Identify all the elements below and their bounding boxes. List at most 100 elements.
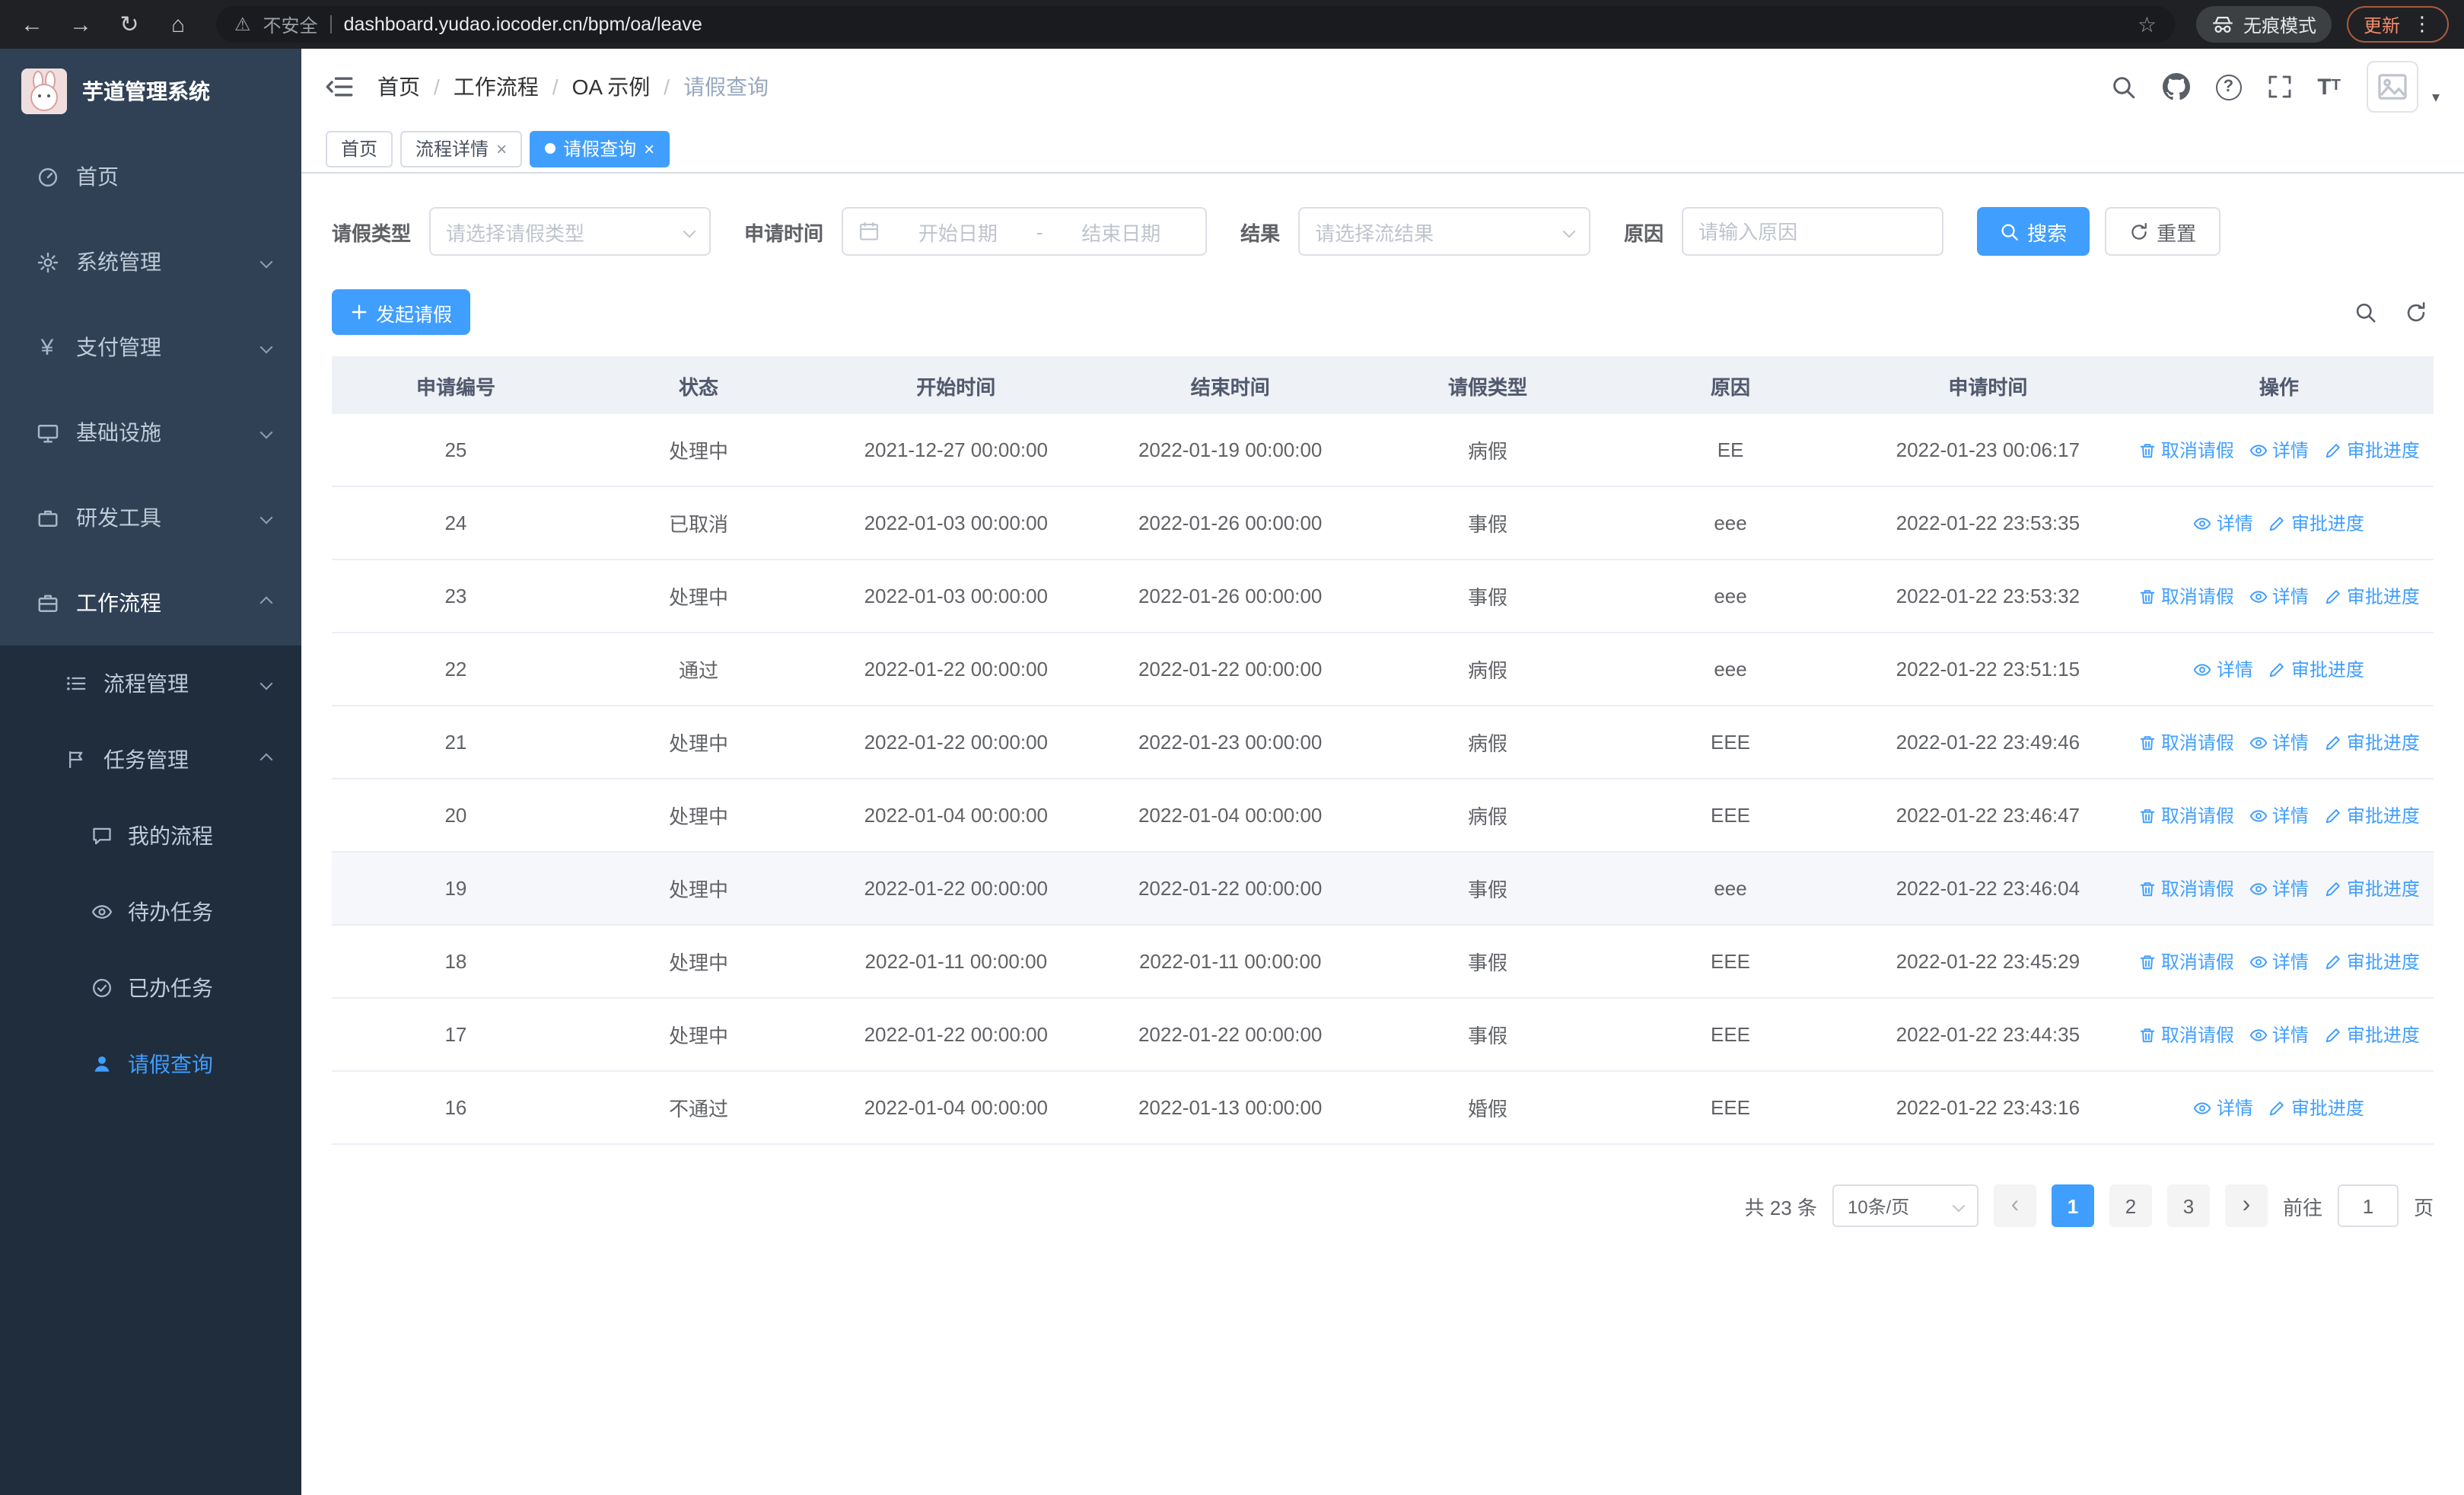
table-row[interactable]: 23 处理中 2022-01-03 00:00:00 2022-01-26 00… bbox=[332, 560, 2434, 633]
reset-button[interactable]: 重置 bbox=[2105, 207, 2221, 256]
table-row[interactable]: 16 不通过 2022-01-04 00:00:00 2022-01-13 00… bbox=[332, 1072, 2434, 1145]
detail-link[interactable]: 详情 bbox=[2249, 583, 2309, 609]
sidebar-item-my-processes[interactable]: 我的流程 bbox=[0, 798, 301, 874]
sidebar-item-infra[interactable]: 基础设施 bbox=[0, 390, 301, 475]
table-row[interactable]: 17 处理中 2022-01-22 00:00:00 2022-01-22 00… bbox=[332, 999, 2434, 1072]
detail-link[interactable]: 详情 bbox=[2249, 802, 2309, 828]
update-button[interactable]: 更新 bbox=[2364, 11, 2400, 37]
cancel-leave-link[interactable]: 取消请假 bbox=[2138, 875, 2234, 901]
tab-leave-query[interactable]: 请假查询 × bbox=[530, 130, 670, 167]
cancel-leave-link[interactable]: 取消请假 bbox=[2138, 1022, 2234, 1047]
date-range-picker[interactable]: 开始日期 - 结束日期 bbox=[842, 207, 1208, 256]
table-row[interactable]: 18 处理中 2022-01-11 00:00:00 2022-01-11 00… bbox=[332, 926, 2434, 999]
detail-link[interactable]: 详情 bbox=[2194, 1095, 2253, 1120]
leave-type-select[interactable]: 请选择请假类型 bbox=[429, 207, 712, 256]
approval-progress-link[interactable]: 审批进度 bbox=[2268, 510, 2364, 536]
refresh-table-icon[interactable] bbox=[2405, 301, 2427, 324]
toggle-search-icon[interactable] bbox=[2354, 301, 2377, 324]
detail-link[interactable]: 详情 bbox=[2249, 1022, 2309, 1047]
browser-menu-icon[interactable]: ⋮ bbox=[2412, 12, 2432, 37]
approval-progress-link[interactable]: 审批进度 bbox=[2268, 1095, 2364, 1120]
browser-forward-icon[interactable]: → bbox=[64, 8, 97, 41]
sidebar-item-system[interactable]: 系统管理 bbox=[0, 219, 301, 304]
page-button-3[interactable]: 3 bbox=[2166, 1184, 2210, 1227]
approval-progress-link[interactable]: 审批进度 bbox=[2324, 729, 2420, 755]
detail-link[interactable]: 详情 bbox=[2194, 510, 2253, 536]
approval-progress-link[interactable]: 审批进度 bbox=[2324, 948, 2420, 974]
font-size-icon[interactable]: TT bbox=[2317, 75, 2341, 98]
breadcrumb-item[interactable]: 工作流程 bbox=[454, 72, 539, 102]
start-date-input[interactable]: 开始日期 bbox=[889, 217, 1027, 246]
prev-page-button[interactable]: ‹ bbox=[1993, 1184, 2036, 1227]
page-button-2[interactable]: 2 bbox=[2109, 1184, 2152, 1227]
tab-home[interactable]: 首页 bbox=[326, 130, 393, 167]
cancel-leave-link[interactable]: 取消请假 bbox=[2138, 948, 2234, 974]
url-text[interactable]: dashboard.yudao.iocoder.cn/bpm/oa/leave bbox=[344, 14, 702, 35]
next-page-button[interactable]: › bbox=[2224, 1184, 2268, 1227]
approval-progress-link[interactable]: 审批进度 bbox=[2324, 875, 2420, 901]
browser-back-icon[interactable]: ← bbox=[15, 8, 49, 41]
breadcrumb-item[interactable]: OA 示例 bbox=[572, 72, 651, 102]
pen-icon bbox=[2268, 660, 2287, 678]
table-row[interactable]: 22 通过 2022-01-22 00:00:00 2022-01-22 00:… bbox=[332, 633, 2434, 706]
goto-page-input[interactable] bbox=[2337, 1184, 2399, 1227]
fullscreen-icon[interactable] bbox=[2267, 75, 2291, 99]
approval-progress-link[interactable]: 审批进度 bbox=[2324, 1022, 2420, 1047]
sidebar-item-task-mgmt[interactable]: 任务管理 bbox=[0, 722, 301, 798]
end-date-input[interactable]: 结束日期 bbox=[1052, 217, 1190, 246]
sidebar-item-done-tasks[interactable]: 已办任务 bbox=[0, 950, 301, 1026]
close-icon[interactable]: × bbox=[644, 139, 654, 158]
browser-home-icon[interactable]: ⌂ bbox=[161, 8, 195, 41]
select-placeholder: 请选择请假类型 bbox=[446, 222, 585, 244]
page-button-1[interactable]: 1 bbox=[2051, 1184, 2094, 1227]
sidebar-item-payment[interactable]: ¥ 支付管理 bbox=[0, 304, 301, 390]
table-row[interactable]: 24 已取消 2022-01-03 00:00:00 2022-01-26 00… bbox=[332, 487, 2434, 560]
approval-progress-link[interactable]: 审批进度 bbox=[2324, 437, 2420, 463]
approval-progress-link[interactable]: 审批进度 bbox=[2324, 802, 2420, 828]
sidebar-item-todo-tasks[interactable]: 待办任务 bbox=[0, 874, 301, 950]
avatar[interactable] bbox=[2366, 61, 2418, 113]
result-select[interactable]: 请选择流结果 bbox=[1298, 207, 1591, 256]
detail-link[interactable]: 详情 bbox=[2249, 437, 2309, 463]
detail-link[interactable]: 详情 bbox=[2194, 656, 2253, 682]
sidebar-item-process-mgmt[interactable]: 流程管理 bbox=[0, 645, 301, 722]
sidebar-collapse-icon[interactable] bbox=[326, 73, 353, 100]
tab-process-detail[interactable]: 流程详情 × bbox=[400, 130, 523, 167]
avatar-caret-icon[interactable]: ▾ bbox=[2432, 90, 2440, 113]
approval-progress-link[interactable]: 审批进度 bbox=[2324, 583, 2420, 609]
github-icon[interactable] bbox=[2162, 73, 2189, 100]
table-row[interactable]: 19 处理中 2022-01-22 00:00:00 2022-01-22 00… bbox=[332, 853, 2434, 926]
search-icon[interactable] bbox=[2110, 74, 2136, 100]
page-size-select[interactable]: 10条/页 bbox=[1832, 1184, 1979, 1227]
trash-icon bbox=[2138, 441, 2157, 459]
security-label[interactable]: 不安全 bbox=[263, 11, 318, 37]
cancel-leave-link[interactable]: 取消请假 bbox=[2138, 583, 2234, 609]
table-row[interactable]: 21 处理中 2022-01-22 00:00:00 2022-01-23 00… bbox=[332, 706, 2434, 779]
browser-reload-icon[interactable]: ↻ bbox=[113, 8, 146, 41]
table-row[interactable]: 20 处理中 2022-01-04 00:00:00 2022-01-04 00… bbox=[332, 779, 2434, 853]
total-count: 共 23 条 bbox=[1744, 1196, 1817, 1219]
table-row[interactable]: 25 处理中 2021-12-27 00:00:00 2022-01-19 00… bbox=[332, 414, 2434, 487]
sidebar-item-devtools[interactable]: 研发工具 bbox=[0, 475, 301, 560]
detail-link[interactable]: 详情 bbox=[2249, 729, 2309, 755]
close-icon[interactable]: × bbox=[496, 139, 507, 158]
help-icon[interactable]: ? bbox=[2215, 74, 2242, 100]
cancel-leave-link[interactable]: 取消请假 bbox=[2138, 729, 2234, 755]
detail-link[interactable]: 详情 bbox=[2249, 948, 2309, 974]
breadcrumb-item[interactable]: 首页 bbox=[377, 72, 420, 102]
sidebar-item-label: 研发工具 bbox=[76, 505, 161, 530]
sidebar-item-workflow[interactable]: 工作流程 bbox=[0, 560, 301, 645]
cancel-leave-link[interactable]: 取消请假 bbox=[2138, 437, 2234, 463]
create-leave-button[interactable]: 发起请假 bbox=[332, 289, 471, 335]
search-button[interactable]: 搜索 bbox=[1977, 207, 2090, 256]
approval-progress-link[interactable]: 审批进度 bbox=[2268, 656, 2364, 682]
reason-input[interactable] bbox=[1682, 207, 1944, 256]
address-divider bbox=[329, 15, 332, 33]
sidebar-item-leave-query[interactable]: 请假查询 bbox=[0, 1026, 301, 1102]
detail-link[interactable]: 详情 bbox=[2249, 875, 2309, 901]
cell-actions: 取消请假 详情 审批进度 bbox=[2125, 583, 2434, 609]
cancel-leave-link[interactable]: 取消请假 bbox=[2138, 802, 2234, 828]
address-bar[interactable]: ⚠ 不安全 dashboard.yudao.iocoder.cn/bpm/oa/… bbox=[216, 6, 2175, 43]
sidebar-item-home[interactable]: 首页 bbox=[0, 134, 301, 219]
bookmark-star-icon[interactable]: ☆ bbox=[2138, 11, 2157, 37]
